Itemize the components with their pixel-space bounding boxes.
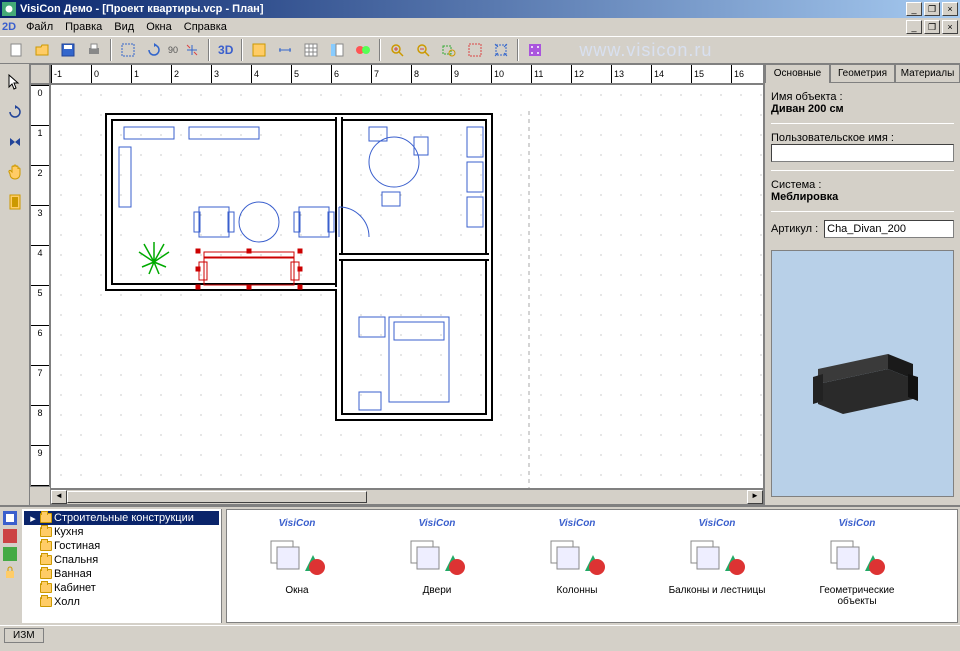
dimensions-button[interactable] <box>273 38 297 62</box>
doc-close-button[interactable]: × <box>942 20 958 34</box>
grid-button[interactable] <box>299 38 323 62</box>
watermark: www.visicon.ru <box>549 40 956 61</box>
titlebar: VisiCon Демо - [Проект квартиры.vcp - Пл… <box>0 0 960 18</box>
tree-sidebar <box>0 507 20 625</box>
walls-button[interactable] <box>247 38 271 62</box>
category-tree[interactable]: ▸Строительные конструкцииКухняГостинаяСп… <box>22 509 222 623</box>
canvas-area: -101234567891011121314151617 01234567891… <box>30 64 764 505</box>
user-name-input[interactable] <box>771 144 954 162</box>
menu-edit[interactable]: Правка <box>59 19 108 35</box>
ruler-horizontal: -101234567891011121314151617 <box>50 64 764 84</box>
furniture-icon[interactable] <box>3 529 17 543</box>
catalog-item[interactable]: VisiConГеометрические объекты <box>807 518 907 607</box>
rotate-button[interactable] <box>142 38 166 62</box>
pan-tool[interactable] <box>3 160 27 184</box>
article-input[interactable] <box>824 220 954 238</box>
system-value: Меблировка <box>771 191 954 203</box>
view-mode-indicator: 2D <box>2 21 16 33</box>
new-file-button[interactable] <box>4 38 28 62</box>
properties-panel: Основные Геометрия Материалы Имя объекта… <box>764 64 960 505</box>
object-preview <box>771 250 954 497</box>
tab-geometry[interactable]: Геометрия <box>830 64 895 83</box>
print-button[interactable] <box>82 38 106 62</box>
system-label: Система : <box>771 179 954 191</box>
user-name-label: Пользовательское имя : <box>771 132 954 144</box>
door-tool[interactable] <box>3 190 27 214</box>
mode-3d-button[interactable]: 3D <box>214 43 237 57</box>
article-label: Артикул : <box>771 223 818 235</box>
snap-grid-button[interactable] <box>523 38 547 62</box>
object-name-label: Имя объекта : <box>771 91 954 103</box>
zoom-window-button[interactable] <box>437 38 461 62</box>
menu-windows[interactable]: Окна <box>140 19 178 35</box>
object-name-value: Диван 200 см <box>771 103 954 115</box>
left-toolbar <box>0 64 30 505</box>
tree-item[interactable]: Кабинет <box>24 581 219 595</box>
tree-item[interactable]: Ванная <box>24 567 219 581</box>
catalog-item[interactable]: VisiConОкна <box>247 518 347 596</box>
catalog-item[interactable]: VisiConБалконы и лестницы <box>667 518 767 596</box>
floor-plan <box>99 107 699 489</box>
catalog-item[interactable]: VisiConКолонны <box>527 518 627 596</box>
zoom-in-button[interactable] <box>385 38 409 62</box>
app-icon <box>2 2 16 16</box>
scroll-left-button[interactable]: ◄ <box>51 490 67 504</box>
lock-icon[interactable] <box>3 565 17 579</box>
tree-item[interactable]: Кухня <box>24 525 219 539</box>
tab-materials[interactable]: Материалы <box>895 64 960 83</box>
tree-item[interactable]: Спальня <box>24 553 219 567</box>
zoom-extents-button[interactable] <box>489 38 513 62</box>
mirror-tool[interactable] <box>3 130 27 154</box>
rotate-degree-label: 90 <box>168 45 178 55</box>
catalog-panel[interactable]: VisiConОкна VisiConДвери VisiConКолонны Vis… <box>226 509 958 623</box>
catalog-item[interactable]: VisiConДвери <box>387 518 487 596</box>
pointer-tool[interactable] <box>3 70 27 94</box>
minimize-button[interactable]: _ <box>906 2 922 16</box>
menubar: 2D Файл Правка Вид Окна Справка _ ❐ × <box>0 18 960 36</box>
tree-item[interactable]: Холл <box>24 595 219 609</box>
layers-button[interactable] <box>325 38 349 62</box>
horizontal-scrollbar[interactable]: ◄ ► <box>50 489 764 505</box>
rotate-tool[interactable] <box>3 100 27 124</box>
menu-file[interactable]: Файл <box>20 19 59 35</box>
close-button[interactable]: × <box>942 2 958 16</box>
toolbar: 90 3D www.visicon.ru <box>0 36 960 64</box>
zoom-out-button[interactable] <box>411 38 435 62</box>
save-button[interactable] <box>56 38 80 62</box>
tree-item[interactable]: Гостиная <box>24 539 219 553</box>
tab-main[interactable]: Основные <box>765 64 830 83</box>
statusbar: ИЗМ <box>0 625 960 645</box>
materials-button[interactable] <box>351 38 375 62</box>
floor-plan-canvas[interactable] <box>50 84 764 489</box>
category-icon[interactable] <box>3 511 17 525</box>
menu-view[interactable]: Вид <box>108 19 140 35</box>
scroll-right-button[interactable]: ► <box>747 490 763 504</box>
maximize-button[interactable]: ❐ <box>924 2 940 16</box>
status-mode: ИЗМ <box>4 628 44 643</box>
ruler-corner <box>30 64 50 84</box>
doc-minimize-button[interactable]: _ <box>906 20 922 34</box>
select-all-button[interactable] <box>116 38 140 62</box>
zoom-fit-button[interactable] <box>463 38 487 62</box>
open-file-button[interactable] <box>30 38 54 62</box>
ruler-vertical: 012345678910 <box>30 84 50 487</box>
flip-button[interactable] <box>180 38 204 62</box>
window-title: VisiCon Демо - [Проект квартиры.vcp - Пл… <box>20 3 906 15</box>
menu-help[interactable]: Справка <box>178 19 233 35</box>
doc-maximize-button[interactable]: ❐ <box>924 20 940 34</box>
scrollbar-thumb[interactable] <box>67 491 367 503</box>
room-icon[interactable] <box>3 547 17 561</box>
tree-item[interactable]: ▸Строительные конструкции <box>24 511 219 525</box>
bottom-panel: ▸Строительные конструкцииКухняГостинаяСп… <box>0 505 960 625</box>
